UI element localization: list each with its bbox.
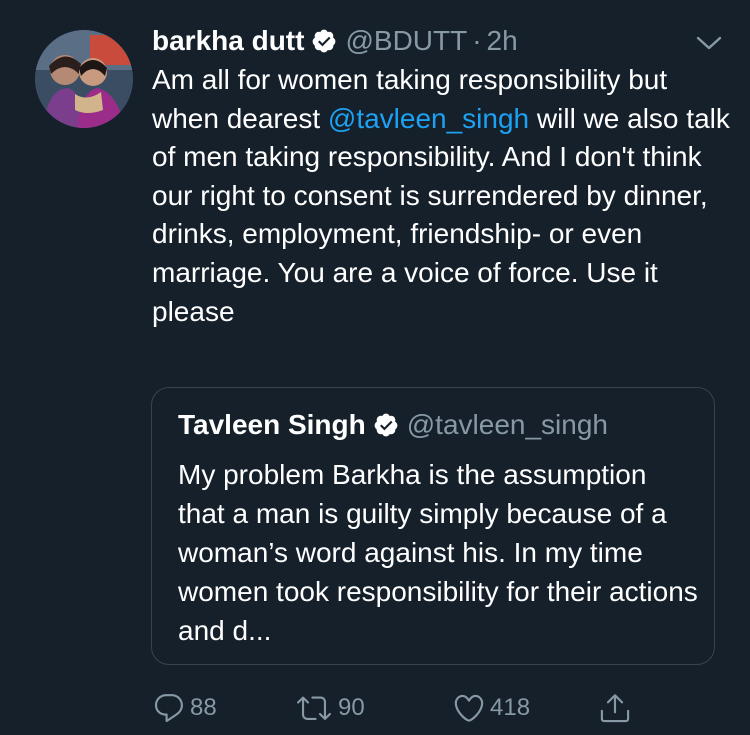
like-button[interactable]: 418 <box>452 688 530 728</box>
mention-link[interactable]: @tavleen_singh <box>328 103 529 134</box>
author-name[interactable]: barkha dutt <box>152 25 304 57</box>
verified-badge-icon <box>373 412 399 438</box>
tweet-header: barkha dutt @BDUTT · 2h <box>152 22 518 60</box>
chevron-down-icon[interactable] <box>692 30 726 56</box>
quoted-tweet-text: My problem Barkha is the assumption that… <box>178 459 698 646</box>
heart-icon <box>454 694 484 722</box>
reply-button[interactable]: 88 <box>152 688 217 728</box>
tweet-actions: 88 90 418 <box>152 688 652 728</box>
tweet: barkha dutt @BDUTT · 2h Am all for women… <box>0 0 750 735</box>
retweet-count: 90 <box>338 694 365 721</box>
tweet-text-end: will we also talk of men taking responsi… <box>152 102 730 327</box>
separator-dot: · <box>472 25 482 56</box>
like-count: 418 <box>490 694 531 721</box>
tweet-text: Am all for women taking responsibility b… <box>152 61 732 331</box>
share-icon <box>600 694 630 723</box>
tweet-timestamp[interactable]: 2h <box>487 25 518 57</box>
reply-icon <box>154 694 183 723</box>
quoted-tweet[interactable]: Tavleen Singh @tavleen_singh My problem … <box>151 387 715 665</box>
share-button[interactable] <box>598 688 632 728</box>
author-handle[interactable]: @BDUTT <box>345 25 467 57</box>
retweet-button[interactable]: 90 <box>294 688 365 728</box>
retweet-icon <box>297 696 331 720</box>
reply-count: 88 <box>190 694 217 721</box>
verified-badge-icon <box>311 28 337 54</box>
avatar[interactable] <box>35 30 133 128</box>
quoted-author-name: Tavleen Singh <box>178 409 366 440</box>
avatar-photo <box>35 30 133 128</box>
quoted-tweet-header: Tavleen Singh @tavleen_singh <box>178 406 608 444</box>
quoted-author-handle: @tavleen_singh <box>406 409 608 440</box>
